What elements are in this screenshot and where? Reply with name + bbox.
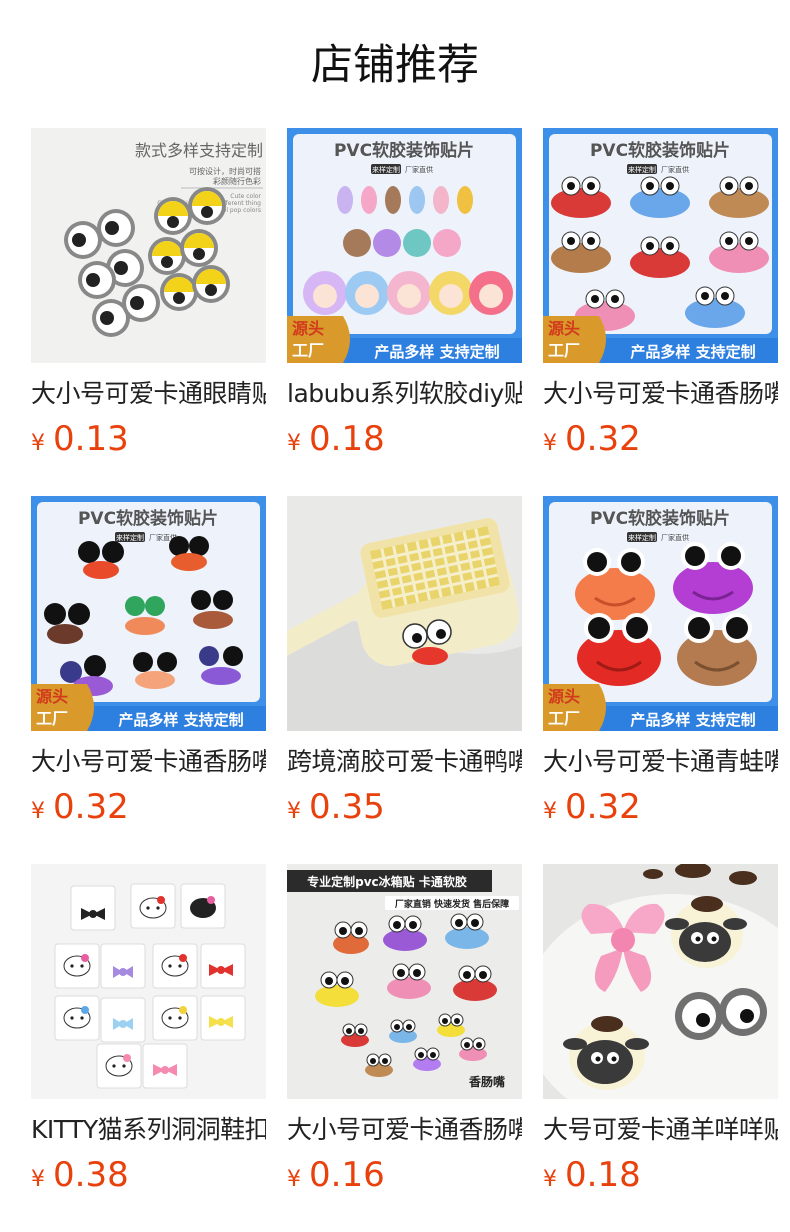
product-price: ¥0.38 — [31, 1155, 266, 1201]
price-amount: 0.32 — [565, 419, 641, 459]
product-name[interactable]: 跨境滴胶可爱卡通鸭嘴贴 — [287, 745, 522, 779]
product-image[interactable]: PVC软胶装饰贴片 来样定制 厂家直供 产品多样 支持定制 源头 工厂 — [543, 128, 778, 363]
image-badge: 源头 — [548, 687, 580, 706]
currency-symbol: ¥ — [287, 1167, 301, 1192]
product-price: ¥0.18 — [543, 1155, 778, 1201]
image-badge: 工厂 — [548, 709, 580, 728]
price-amount: 0.38 — [53, 1155, 129, 1195]
image-label: 香肠嘴 — [468, 1074, 505, 1089]
product-image[interactable] — [287, 496, 522, 731]
image-tag: 来样定制 — [116, 533, 144, 542]
currency-symbol: ¥ — [543, 431, 557, 456]
product-name[interactable]: 大小号可爱卡通香肠嘴贴 — [543, 377, 778, 411]
product-card[interactable]: 款式多样支持定制 可按设计，时尚可搭 彩颜随行色彩 Cute color Col… — [31, 128, 266, 496]
image-badge: 源头 — [36, 687, 68, 706]
product-grid: 款式多样支持定制 可按设计，时尚可搭 彩颜随行色彩 Cute color Col… — [31, 128, 779, 1232]
product-name[interactable]: 大小号可爱卡通青蛙嘴贴 — [543, 745, 778, 779]
product-image[interactable]: PVC软胶装饰贴片 来样定制 厂家直供 产品多样 支持定制 源头 工厂 — [31, 496, 266, 731]
image-tag: 厂家直销 快速发货 售后保障 — [395, 898, 509, 910]
product-price: ¥0.18 — [287, 419, 522, 465]
page-title: 店铺推荐 — [310, 40, 479, 89]
image-badge: 源头 — [548, 319, 580, 338]
image-heading: PVC软胶装饰贴片 — [590, 508, 730, 529]
duck-mouth-icon — [412, 647, 448, 665]
product-price: ¥0.32 — [543, 787, 778, 833]
image-tag: 来样定制 — [372, 165, 400, 174]
image-tag: 来样定制 — [628, 165, 656, 174]
price-amount: 0.18 — [565, 1155, 641, 1195]
price-amount: 0.16 — [309, 1155, 385, 1195]
image-caption: Cute color — [230, 193, 261, 200]
image-banner: 产品多样 支持定制 — [630, 343, 755, 361]
price-amount: 0.32 — [565, 787, 641, 827]
product-card[interactable]: 专业定制pvc冰箱贴 卡通软胶 厂家直销 快速发货 售后保障 香肠嘴 大小号可爱… — [287, 864, 522, 1232]
product-price: ¥0.35 — [287, 787, 522, 833]
product-card[interactable]: PVC软胶装饰贴片 来样定制 厂家直供 产品多样 支持定制 源头 工厂 大小号可… — [31, 496, 266, 864]
image-tag: 来样定制 — [628, 533, 656, 542]
currency-symbol: ¥ — [543, 1167, 557, 1192]
price-amount: 0.32 — [53, 787, 129, 827]
product-image[interactable] — [31, 864, 266, 1099]
product-name[interactable]: 大小号可爱卡通眼睛贴 — [31, 377, 266, 411]
price-amount: 0.13 — [53, 419, 129, 459]
yellow-eye-icon — [148, 187, 230, 311]
product-name[interactable]: KITTY猫系列洞洞鞋扣 — [31, 1113, 266, 1147]
product-price: ¥0.32 — [31, 787, 266, 833]
product-image[interactable]: PVC软胶装饰贴片 来样定制 厂家直供 产品多样 支持定制 源头 工厂 — [543, 496, 778, 731]
product-card[interactable]: 跨境滴胶可爱卡通鸭嘴贴 ¥0.35 — [287, 496, 522, 864]
product-card[interactable]: PVC软胶装饰贴片 来样定制 厂家直供 — [287, 128, 522, 496]
image-heading: 款式多样支持定制 — [135, 141, 263, 160]
product-image[interactable]: 款式多样支持定制 可按设计，时尚可搭 彩颜随行色彩 Cute color Col… — [31, 128, 266, 363]
image-tag: 厂家直供 — [661, 533, 689, 542]
currency-symbol: ¥ — [543, 799, 557, 824]
image-tag: 厂家直供 — [661, 165, 689, 174]
product-name[interactable]: 大小号可爱卡通香肠嘴贴 — [31, 745, 266, 779]
image-subtext: 彩颜随行色彩 — [213, 176, 261, 186]
product-image[interactable]: 专业定制pvc冰箱贴 卡通软胶 厂家直销 快速发货 售后保障 香肠嘴 — [287, 864, 522, 1099]
price-amount: 0.18 — [309, 419, 385, 459]
image-banner: 产品多样 支持定制 — [374, 343, 499, 361]
image-tag: 厂家直供 — [405, 165, 433, 174]
currency-symbol: ¥ — [31, 1167, 45, 1192]
product-price: ¥0.32 — [543, 419, 778, 465]
image-banner: 产品多样 支持定制 — [118, 711, 243, 729]
product-name[interactable]: 大号可爱卡通羊咩咩贴 — [543, 1113, 778, 1147]
product-image[interactable]: PVC软胶装饰贴片 来样定制 厂家直供 产品多样 支持定制 源头 工厂 — [287, 128, 522, 363]
product-name[interactable]: labubu系列软胶diy贴 — [287, 377, 522, 411]
product-card[interactable]: PVC软胶装饰贴片 来样定制 厂家直供 产品多样 支持定制 源头 工厂 大小号可… — [543, 128, 778, 496]
currency-symbol: ¥ — [31, 799, 45, 824]
image-heading: PVC软胶装饰贴片 — [590, 140, 730, 161]
image-heading: PVC软胶装饰贴片 — [78, 508, 218, 529]
image-heading: 专业定制pvc冰箱贴 卡通软胶 — [307, 874, 467, 889]
product-card[interactable]: PVC软胶装饰贴片 来样定制 厂家直供 — [543, 496, 778, 864]
image-subtext: 可按设计，时尚可搭 — [189, 166, 261, 176]
currency-symbol: ¥ — [287, 799, 301, 824]
price-amount: 0.35 — [309, 787, 385, 827]
product-price: ¥0.13 — [31, 419, 266, 465]
image-badge: 工厂 — [292, 341, 324, 360]
product-card[interactable]: KITTY猫系列洞洞鞋扣 ¥0.38 — [31, 864, 266, 1232]
image-badge: 工厂 — [548, 341, 580, 360]
currency-symbol: ¥ — [31, 431, 45, 456]
product-image[interactable] — [543, 864, 778, 1099]
image-badge: 源头 — [292, 319, 324, 338]
image-badge: 工厂 — [36, 709, 68, 728]
image-banner: 产品多样 支持定制 — [630, 711, 755, 729]
currency-symbol: ¥ — [287, 431, 301, 456]
product-name[interactable]: 大小号可爱卡通香肠嘴贴 — [287, 1113, 522, 1147]
product-card[interactable]: 大号可爱卡通羊咩咩贴 ¥0.18 — [543, 864, 778, 1232]
image-heading: PVC软胶装饰贴片 — [334, 140, 474, 161]
product-price: ¥0.16 — [287, 1155, 522, 1201]
